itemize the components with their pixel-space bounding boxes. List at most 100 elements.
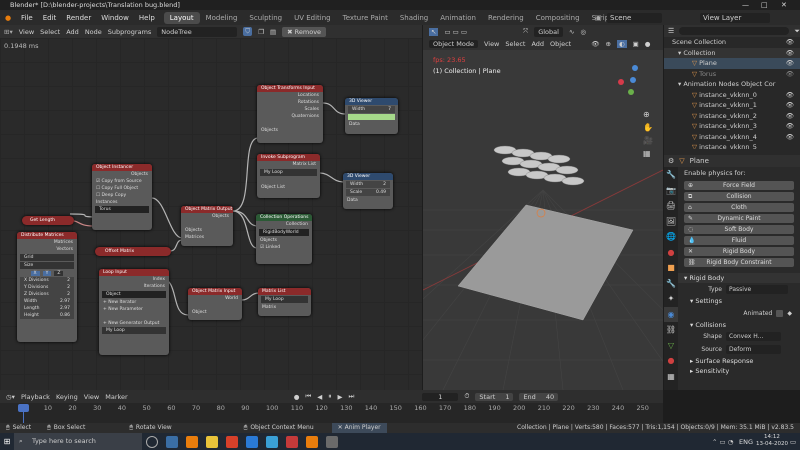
linked-checkbox[interactable]: ☑ Linked [256,244,312,251]
instancer-object-field[interactable]: Torus [95,206,149,213]
anim-player-indicator[interactable]: ✕ Anim Player [331,423,387,433]
vp-menu-add[interactable]: Add [531,40,544,48]
view-layer-selector[interactable]: View Layer [700,12,770,23]
ne-menu-subprograms[interactable]: Subprograms [108,28,152,36]
width-field[interactable]: Width 2.97 [20,298,74,305]
grid-icon[interactable]: ▦ [643,147,653,160]
animated-checkbox[interactable] [776,309,784,317]
remove-button[interactable]: ✖ Remove [282,26,327,37]
outliner-row[interactable]: ▽ instance_vkknn_2 👁 [664,111,800,122]
material-tab-icon[interactable]: ● [664,353,678,369]
outliner-row[interactable]: ▽ Plane 👁 [664,58,800,69]
proportional-edit-icon[interactable]: ◎ [580,28,586,36]
timeline-type-icon[interactable]: ◷▾ [6,393,15,401]
tl-menu-view[interactable]: View [84,393,99,401]
outliner-row[interactable]: ▽ Torus 👁 [664,69,800,80]
maximize-button[interactable]: □ [761,0,768,10]
prev-key-icon[interactable]: ◀ [317,393,322,401]
source-dropdown[interactable]: Deform [726,345,781,354]
rigid-body-section[interactable]: ▾ Rigid Body [678,273,800,283]
cloth-button[interactable]: ⌂ Cloth [684,203,794,212]
terminal-icon[interactable] [246,435,258,448]
transform-orientation-dropdown[interactable]: Global [534,26,563,37]
menu-help[interactable]: Help [134,14,160,22]
tab-sculpting[interactable]: Sculpting [243,12,288,24]
collisions-subsection[interactable]: ▾ Collisions [678,320,800,330]
stopwatch-icon[interactable]: ⏱ [464,392,469,401]
zoom-icon[interactable]: ⊕ [643,108,653,121]
overlay-icon[interactable]: ◐ [616,40,627,48]
node-3d-viewer-1[interactable]: 3D Viewer Width 7 Data [345,98,398,134]
new-parameter-button[interactable]: + New Parameter [99,306,169,313]
render-tab-icon[interactable]: 📷 [664,183,678,199]
node-offset-matrix[interactable]: Offset Matrix [95,247,171,256]
node-object-instancer[interactable]: Object Instancer Objects ☑ Copy from Sou… [92,164,152,230]
windows-start-icon[interactable]: ⊞ [0,437,14,446]
jump-start-icon[interactable]: ⏮ [305,392,311,401]
vp-menu-object[interactable]: Object [550,40,571,48]
outliner-row[interactable]: ▽ instance_vkknn_1 👁 [664,100,800,111]
node-matrix-list[interactable]: Matrix List My Loop Matrix [258,288,311,316]
modifier-tab-icon[interactable]: 🔧 [664,276,678,292]
clock[interactable]: 14:12 13-04-2020 [756,434,788,448]
tab-texture-paint[interactable]: Texture Paint [337,12,394,24]
settings-subsection[interactable]: ▾ Settings [678,296,800,306]
node-object-transforms-input[interactable]: Object Transforms Input Locations Rotati… [257,85,323,143]
tab-uv-editing[interactable]: UV Editing [288,12,337,24]
shading-solid-icon[interactable]: ● [645,40,651,48]
record-icon[interactable]: ● [294,393,300,401]
play-icon[interactable]: ⏸ [328,392,331,401]
minimize-button[interactable]: — [742,0,749,10]
ne-menu-add[interactable]: Add [66,28,79,36]
language-indicator[interactable]: ENG [739,438,753,446]
select-tool-icon[interactable]: ↖ [429,27,439,36]
matrix-list-loop-field[interactable]: My Loop [261,296,308,303]
rigid-body-button[interactable]: ✕ Rigid Body [684,247,794,256]
tool-options-icon[interactable]: ▭ ▭ ▭ [444,28,467,36]
task-view-icon[interactable] [166,435,178,448]
fake-user-icon[interactable]: ⛉ [243,27,253,36]
physics-tab-icon[interactable]: ◉ [664,306,678,322]
file-explorer-icon[interactable] [206,435,218,448]
ne-menu-node[interactable]: Node [85,28,102,36]
brave-icon[interactable] [226,435,238,448]
outliner-row[interactable]: ▽ instance_vkknn_3 👁 [664,121,800,132]
loop-object-field[interactable]: Object [102,291,166,298]
x-divisions-field[interactable]: X Divisions 2 [20,277,74,284]
z-divisions-field[interactable]: Z Divisions 2 [20,291,74,298]
scene-selector[interactable]: Scene [607,12,662,23]
xray-icon[interactable]: ▣ [633,40,639,48]
menu-render[interactable]: Render [61,14,96,22]
copy-full-object-option[interactable]: ☐ Copy Full Object [92,185,152,192]
world-tab-icon[interactable]: ● [664,245,678,261]
node-object-matrix-input[interactable]: Object Matrix Input World Object [188,288,242,320]
constraints-tab-icon[interactable]: ⛓ [664,322,678,338]
force-field-button[interactable]: ⊕ Force Field [684,181,794,190]
tab-shading[interactable]: Shading [394,12,434,24]
app-icon-2[interactable] [326,435,338,448]
node-object-matrix-output[interactable]: Object Matrix Output Objects Objects Mat… [181,206,233,246]
snap-icon[interactable]: ∿ [569,28,574,36]
new-iterator-button[interactable]: + New Iterator [99,299,169,306]
editor-type-icon[interactable]: ⊞▾ [4,28,13,36]
node-distribute-matrices[interactable]: Distribute Matrices Matrices Vectors Gri… [17,232,77,342]
y-divisions-field[interactable]: Y Divisions 2 [20,284,74,291]
object-mode-dropdown[interactable]: Object Mode [429,40,478,48]
vscode-icon[interactable] [266,435,278,448]
outliner-type-icon[interactable]: ☰ [668,27,674,35]
network-icon[interactable]: ⌃ ▭ ◔ [712,438,733,446]
outliner-row[interactable]: ▽ instance_vkknn_0 👁 [664,90,800,101]
length-field[interactable]: Length 2.97 [20,305,74,312]
node-loop-input[interactable]: Loop Input Index Iterations Object + New… [99,269,169,355]
outliner-row[interactable]: ▾ Animation Nodes Object Cor [664,79,800,90]
node-invoke-subprogram[interactable]: Invoke Subprogram Matrix List My Loop Ob… [257,154,320,198]
collision-button[interactable]: ⧉ Collision [684,192,794,201]
invoke-loop-field[interactable]: My Loop [260,169,317,176]
rigid-body-constraint-button[interactable]: ⛓ Rigid Body Constraint [684,258,794,267]
properties-type-icon[interactable]: ⚙ [668,157,674,165]
new-generator-output-button[interactable]: + New Generator Output [99,320,169,327]
taskbar-search[interactable]: ⌕ Type here to search [14,433,142,450]
data-tab-icon[interactable]: ▽ [664,338,678,354]
node-collection-operations[interactable]: Collection Operations Collection RigidBo… [256,214,312,264]
rigid-body-type-dropdown[interactable]: Passive [726,285,788,294]
